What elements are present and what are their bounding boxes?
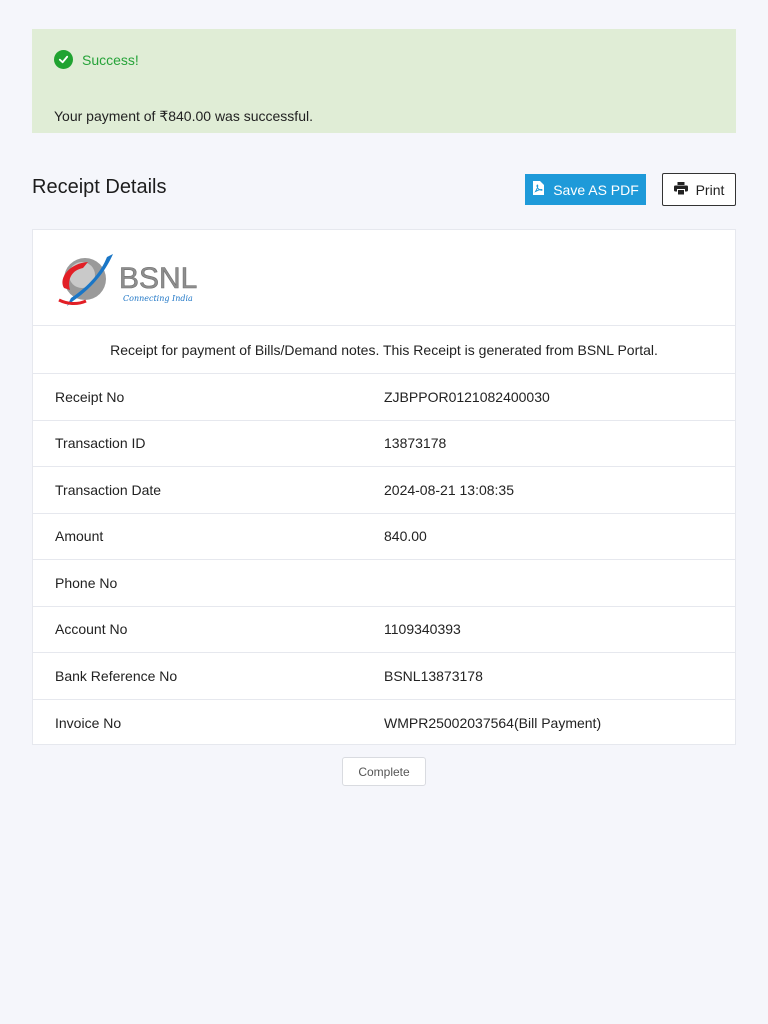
detail-row-transaction-date: Transaction Date 2024-08-21 13:08:35 <box>33 467 735 514</box>
complete-button[interactable]: Complete <box>342 757 426 786</box>
detail-row-amount: Amount 840.00 <box>33 514 735 560</box>
save-as-pdf-button[interactable]: Save AS PDF <box>525 174 646 205</box>
detail-row-receipt-no: Receipt No ZJBPPOR0121082400030 <box>33 374 735 421</box>
detail-label: Account No <box>55 621 128 638</box>
alert-title-row: Success! <box>54 50 139 69</box>
svg-text:Connecting India: Connecting India <box>123 294 193 303</box>
detail-value: 2024-08-21 13:08:35 <box>384 481 514 498</box>
page-title: Receipt Details <box>32 176 167 198</box>
detail-value: BSNL13873178 <box>384 667 483 684</box>
detail-row-bank-reference-no: Bank Reference No BSNL13873178 <box>33 653 735 700</box>
save-as-pdf-label: Save AS PDF <box>553 181 639 198</box>
pdf-file-icon <box>532 181 545 198</box>
receipt-card: BSNL Connecting India Receipt for paymen… <box>32 229 736 745</box>
detail-row-invoice-no: Invoice No WMPR25002037564(Bill Payment) <box>33 700 735 747</box>
detail-label: Transaction ID <box>55 435 146 452</box>
alert-message: Your payment of ₹840.00 was successful. <box>54 108 313 124</box>
detail-label: Receipt No <box>55 388 125 405</box>
detail-label: Phone No <box>55 574 118 591</box>
detail-value: ZJBPPOR0121082400030 <box>384 388 550 405</box>
receipt-caption: Receipt for payment of Bills/Demand note… <box>33 326 735 374</box>
detail-value: 13873178 <box>384 435 447 452</box>
detail-value: 840.00 <box>384 528 427 545</box>
detail-row-phone-no: Phone No <box>33 560 735 607</box>
print-label: Print <box>695 181 725 198</box>
logo-row: BSNL Connecting India <box>33 230 735 326</box>
detail-value: WMPR25002037564(Bill Payment) <box>384 714 602 731</box>
bsnl-logo: BSNL Connecting India <box>58 254 198 306</box>
print-button[interactable]: Print <box>662 173 736 206</box>
success-alert: Success! Your payment of ₹840.00 was suc… <box>32 29 736 133</box>
detail-label: Transaction Date <box>55 481 162 498</box>
printer-icon <box>673 181 688 198</box>
detail-row-transaction-id: Transaction ID 13873178 <box>33 421 735 467</box>
detail-label: Bank Reference No <box>55 667 178 684</box>
svg-text:BSNL: BSNL <box>119 262 197 295</box>
detail-label: Invoice No <box>55 714 122 731</box>
detail-row-account-no: Account No 1109340393 <box>33 607 735 653</box>
detail-value: 1109340393 <box>384 621 461 638</box>
detail-label: Amount <box>55 528 104 545</box>
check-circle-icon <box>54 50 73 69</box>
alert-title: Success! <box>82 51 139 68</box>
